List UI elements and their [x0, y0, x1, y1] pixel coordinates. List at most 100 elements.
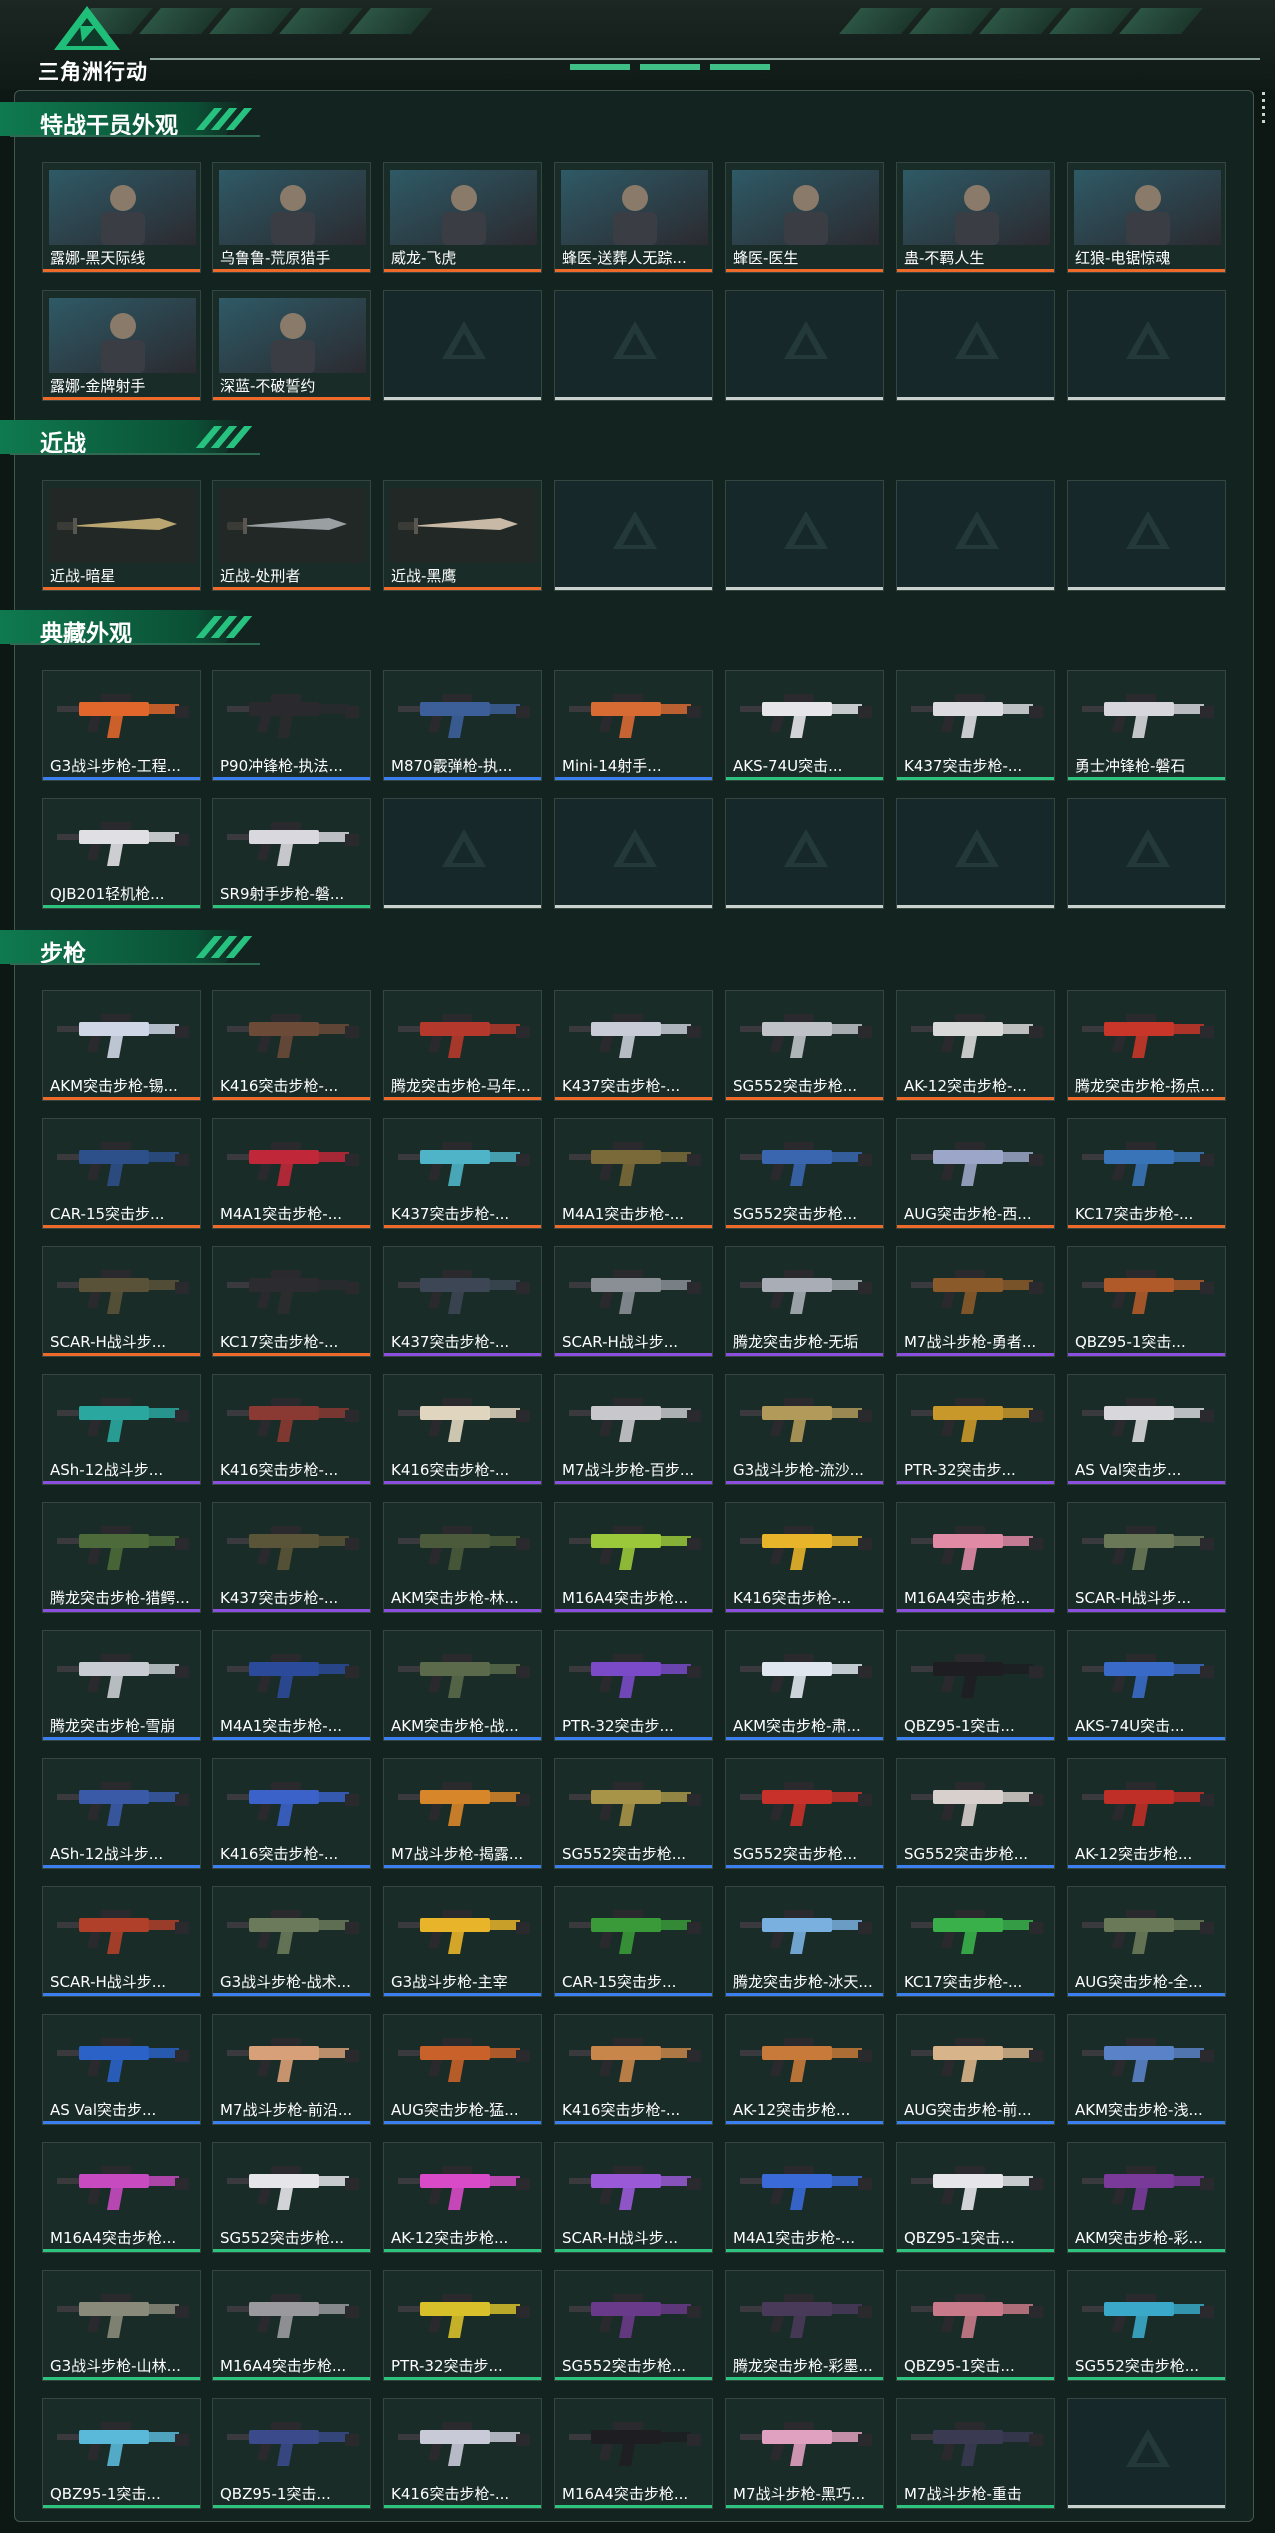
- skin-card[interactable]: P90冲锋枪-执法...: [212, 670, 371, 781]
- skin-card[interactable]: 蜂医-医生: [725, 162, 884, 273]
- skin-card[interactable]: AKS-74U突击...: [1067, 1630, 1226, 1741]
- skin-card[interactable]: SCAR-H战斗步...: [42, 1246, 201, 1357]
- skin-card[interactable]: M16A4突击步枪...: [554, 1502, 713, 1613]
- skin-card[interactable]: 腾龙突击步枪-猎鳄...: [42, 1502, 201, 1613]
- skin-card[interactable]: CAR-15突击步...: [554, 1886, 713, 1997]
- skin-card[interactable]: M7战斗步枪-揭露...: [383, 1758, 542, 1869]
- skin-card[interactable]: AUG突击步枪-前...: [896, 2014, 1055, 2125]
- skin-card[interactable]: K437突击步枪-...: [383, 1118, 542, 1229]
- skin-card[interactable]: 露娜-金牌射手: [42, 290, 201, 401]
- skin-card[interactable]: PTR-32突击步...: [554, 1630, 713, 1741]
- skin-card[interactable]: G3战斗步枪-战术...: [212, 1886, 371, 1997]
- skin-card[interactable]: K437突击步枪-...: [383, 1246, 542, 1357]
- skin-card[interactable]: AKM突击步枪-林...: [383, 1502, 542, 1613]
- skin-card[interactable]: K416突击步枪-...: [725, 1502, 884, 1613]
- skin-card[interactable]: 腾龙突击步枪-扬点...: [1067, 990, 1226, 1101]
- skin-card[interactable]: QBZ95-1突击...: [896, 2142, 1055, 2253]
- skin-card[interactable]: G3战斗步枪-山林...: [42, 2270, 201, 2381]
- skin-card[interactable]: 深蓝-不破誓约: [212, 290, 371, 401]
- skin-card[interactable]: 近战-暗星: [42, 480, 201, 591]
- skin-card[interactable]: PTR-32突击步...: [896, 1374, 1055, 1485]
- skin-card[interactable]: QBZ95-1突击...: [896, 1630, 1055, 1741]
- skin-card[interactable]: M4A1突击步枪-...: [212, 1630, 371, 1741]
- skin-card[interactable]: SG552突击步枪...: [1067, 2270, 1226, 2381]
- skin-card[interactable]: 腾龙突击步枪-马年...: [383, 990, 542, 1101]
- skin-card[interactable]: K416突击步枪-...: [212, 1758, 371, 1869]
- skin-card[interactable]: 近战-处刑者: [212, 480, 371, 591]
- skin-card[interactable]: SG552突击步枪...: [554, 2270, 713, 2381]
- skin-card[interactable]: KC17突击步枪-...: [212, 1246, 371, 1357]
- more-menu-icon[interactable]: [1262, 92, 1265, 127]
- skin-card[interactable]: M7战斗步枪-黑巧...: [725, 2398, 884, 2509]
- skin-card[interactable]: M16A4突击步枪...: [42, 2142, 201, 2253]
- skin-card[interactable]: G3战斗步枪-流沙...: [725, 1374, 884, 1485]
- skin-card[interactable]: AKM突击步枪-浅...: [1067, 2014, 1226, 2125]
- skin-card[interactable]: AUG突击步枪-猛...: [383, 2014, 542, 2125]
- skin-card[interactable]: 红狼-电锯惊魂: [1067, 162, 1226, 273]
- skin-card[interactable]: M4A1突击步枪-...: [554, 1118, 713, 1229]
- skin-card[interactable]: SG552突击步枪...: [725, 1758, 884, 1869]
- skin-card[interactable]: M16A4突击步枪...: [896, 1502, 1055, 1613]
- skin-card[interactable]: AKM突击步枪-彩...: [1067, 2142, 1226, 2253]
- skin-card[interactable]: K437突击步枪-...: [554, 990, 713, 1101]
- skin-card[interactable]: G3战斗步枪-主宰: [383, 1886, 542, 1997]
- skin-card[interactable]: M4A1突击步枪-...: [212, 1118, 371, 1229]
- skin-card[interactable]: SCAR-H战斗步...: [554, 2142, 713, 2253]
- skin-card[interactable]: SR9射手步枪-磐...: [212, 798, 371, 909]
- skin-card[interactable]: SCAR-H战斗步...: [42, 1886, 201, 1997]
- skin-card[interactable]: AK-12突击步枪...: [725, 2014, 884, 2125]
- skin-card[interactable]: QJB201轻机枪...: [42, 798, 201, 909]
- skin-card[interactable]: AS Val突击步...: [42, 2014, 201, 2125]
- skin-card[interactable]: QBZ95-1突击...: [1067, 1246, 1226, 1357]
- skin-card[interactable]: M16A4突击步枪...: [554, 2398, 713, 2509]
- skin-card[interactable]: K437突击步枪-...: [896, 670, 1055, 781]
- skin-card[interactable]: 腾龙突击步枪-彩墨...: [725, 2270, 884, 2381]
- skin-card[interactable]: M7战斗步枪-勇者...: [896, 1246, 1055, 1357]
- skin-card[interactable]: KC17突击步枪-...: [1067, 1118, 1226, 1229]
- skin-card[interactable]: SG552突击步枪...: [896, 1758, 1055, 1869]
- skin-card[interactable]: AKM突击步枪-锡...: [42, 990, 201, 1101]
- skin-card[interactable]: 勇士冲锋枪-磐石: [1067, 670, 1226, 781]
- skin-card[interactable]: AKS-74U突击...: [725, 670, 884, 781]
- skin-card[interactable]: CAR-15突击步...: [42, 1118, 201, 1229]
- skin-card[interactable]: AK-12突击步枪...: [383, 2142, 542, 2253]
- skin-card[interactable]: 腾龙突击步枪-无垢: [725, 1246, 884, 1357]
- skin-card[interactable]: Mini-14射手...: [554, 670, 713, 781]
- skin-card[interactable]: SG552突击步枪...: [212, 2142, 371, 2253]
- skin-card[interactable]: M16A4突击步枪...: [212, 2270, 371, 2381]
- skin-card[interactable]: SG552突击步枪...: [725, 1118, 884, 1229]
- skin-card[interactable]: ASh-12战斗步...: [42, 1374, 201, 1485]
- skin-card[interactable]: K437突击步枪-...: [212, 1502, 371, 1613]
- skin-card[interactable]: AK-12突击步枪...: [1067, 1758, 1226, 1869]
- skin-card[interactable]: SG552突击步枪...: [725, 990, 884, 1101]
- skin-card[interactable]: QBZ95-1突击...: [212, 2398, 371, 2509]
- skin-card[interactable]: 蜂医-送葬人无踪...: [554, 162, 713, 273]
- skin-card[interactable]: AK-12突击步枪-...: [896, 990, 1055, 1101]
- skin-card[interactable]: SCAR-H战斗步...: [554, 1246, 713, 1357]
- skin-card[interactable]: K416突击步枪-...: [383, 1374, 542, 1485]
- skin-card[interactable]: M870霰弹枪-执...: [383, 670, 542, 781]
- skin-card[interactable]: 蛊-不羁人生: [896, 162, 1055, 273]
- skin-card[interactable]: PTR-32突击步...: [383, 2270, 542, 2381]
- skin-card[interactable]: AKM突击步枪-肃...: [725, 1630, 884, 1741]
- skin-card[interactable]: 腾龙突击步枪-雪崩: [42, 1630, 201, 1741]
- skin-card[interactable]: 近战-黑鹰: [383, 480, 542, 591]
- skin-card[interactable]: 威龙-飞虎: [383, 162, 542, 273]
- skin-card[interactable]: M7战斗步枪-前沿...: [212, 2014, 371, 2125]
- skin-card[interactable]: 露娜-黑天际线: [42, 162, 201, 273]
- skin-card[interactable]: AUG突击步枪-西...: [896, 1118, 1055, 1229]
- skin-card[interactable]: AKM突击步枪-战...: [383, 1630, 542, 1741]
- skin-card[interactable]: SG552突击步枪...: [554, 1758, 713, 1869]
- skin-card[interactable]: AUG突击步枪-全...: [1067, 1886, 1226, 1997]
- skin-card[interactable]: 腾龙突击步枪-冰天...: [725, 1886, 884, 1997]
- skin-card[interactable]: M7战斗步枪-百步...: [554, 1374, 713, 1485]
- skin-card[interactable]: ASh-12战斗步...: [42, 1758, 201, 1869]
- skin-card[interactable]: QBZ95-1突击...: [896, 2270, 1055, 2381]
- skin-card[interactable]: M7战斗步枪-重击: [896, 2398, 1055, 2509]
- skin-card[interactable]: AS Val突击步...: [1067, 1374, 1226, 1485]
- skin-card[interactable]: K416突击步枪-...: [212, 990, 371, 1101]
- skin-card[interactable]: QBZ95-1突击...: [42, 2398, 201, 2509]
- skin-card[interactable]: SCAR-H战斗步...: [1067, 1502, 1226, 1613]
- skin-card[interactable]: K416突击步枪-...: [212, 1374, 371, 1485]
- skin-card[interactable]: M4A1突击步枪-...: [725, 2142, 884, 2253]
